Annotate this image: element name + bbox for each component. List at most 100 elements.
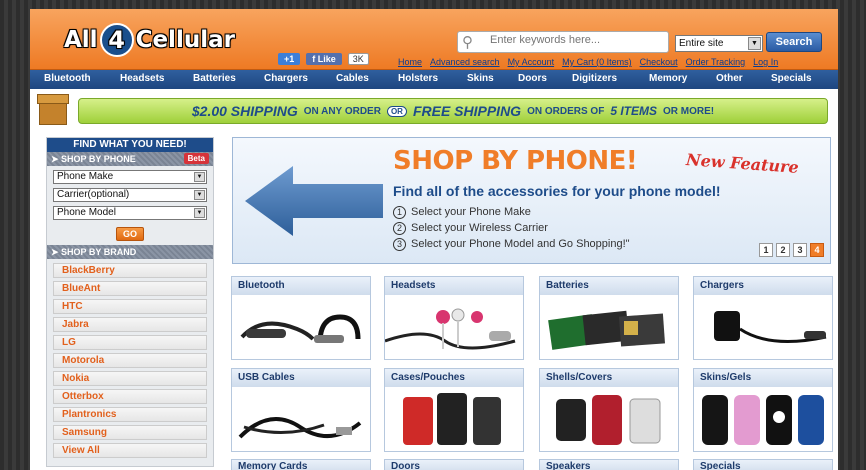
sidebar: FIND WHAT YOU NEED! ➤ SHOP BY PHONE Beta… bbox=[46, 137, 214, 467]
nav-item-holsters[interactable]: Holsters bbox=[398, 73, 438, 84]
sidebar-title: FIND WHAT YOU NEED! bbox=[47, 138, 213, 152]
battery-image bbox=[540, 295, 678, 359]
nav-item-memory[interactable]: Memory bbox=[649, 73, 687, 84]
category-tile-shells-covers[interactable]: Shells/Covers bbox=[539, 368, 679, 452]
arrow-right-icon: ➤ bbox=[51, 247, 62, 257]
page-frame: All 4 Cellular +1 f Like 3K ⚲ Entire sit… bbox=[30, 9, 838, 470]
category-tile-batteries[interactable]: Batteries bbox=[539, 276, 679, 360]
phone-make-select[interactable]: Phone Make ▼ bbox=[53, 170, 207, 184]
category-tile-speakers[interactable]: Speakers bbox=[539, 459, 679, 470]
facebook-like-button[interactable]: f Like bbox=[306, 53, 342, 65]
shop-by-brand-header: ➤ SHOP BY BRAND bbox=[47, 245, 213, 259]
category-tile-specials[interactable]: Specials bbox=[693, 459, 833, 470]
search-box: ⚲ bbox=[457, 31, 669, 53]
nav-item-other[interactable]: Other bbox=[716, 73, 743, 84]
promo-text-2: ON ANY ORDER bbox=[303, 105, 381, 117]
logo-number: 4 bbox=[99, 23, 134, 57]
site-logo[interactable]: All 4 Cellular bbox=[64, 23, 235, 57]
nav-item-specials[interactable]: Specials bbox=[771, 73, 812, 84]
brand-htc[interactable]: HTC bbox=[53, 299, 207, 314]
site-header: All 4 Cellular +1 f Like 3K ⚲ Entire sit… bbox=[30, 9, 838, 70]
link-log-in[interactable]: Log In bbox=[753, 57, 778, 67]
shop-by-phone-header: ➤ SHOP BY PHONE Beta bbox=[47, 152, 213, 166]
arrow-right-icon: ➤ bbox=[51, 154, 62, 164]
promo-text-3: FREE SHIPPING bbox=[412, 103, 522, 119]
category-title: Specials bbox=[694, 460, 832, 470]
category-title: USB Cables bbox=[232, 369, 370, 387]
brand-plantronics[interactable]: Plantronics bbox=[53, 407, 207, 422]
nav-item-digitizers[interactable]: Digitizers bbox=[572, 73, 617, 84]
brand-lg[interactable]: LG bbox=[53, 335, 207, 350]
pager-button-2[interactable]: 2 bbox=[776, 243, 790, 257]
category-title: Doors bbox=[385, 460, 523, 470]
search-scope-select[interactable]: Entire site ▼ bbox=[675, 35, 763, 52]
category-title: Shells/Covers bbox=[540, 369, 678, 387]
category-tile-headsets[interactable]: Headsets bbox=[384, 276, 524, 360]
search-button[interactable]: Search bbox=[766, 32, 822, 52]
chevron-down-icon: ▼ bbox=[194, 190, 205, 200]
banner-step-2-text: Select your Wireless Carrier bbox=[411, 222, 548, 234]
banner-subtitle: Find all of the accessories for your pho… bbox=[393, 183, 721, 199]
chevron-down-icon: ▼ bbox=[748, 37, 761, 50]
account-links: Home Advanced search My Account My Cart … bbox=[398, 57, 778, 67]
google-plus-button[interactable]: +1 bbox=[278, 53, 301, 65]
category-tile-cases-pouches[interactable]: Cases/Pouches bbox=[384, 368, 524, 452]
search-scope-value: Entire site bbox=[679, 38, 724, 49]
shipping-banner: $2.00 SHIPPING ON ANY ORDER OR FREE SHIP… bbox=[78, 98, 828, 124]
social-buttons: +1 f Like 3K bbox=[278, 53, 369, 65]
link-advanced-search[interactable]: Advanced search bbox=[430, 57, 500, 67]
category-title: Batteries bbox=[540, 277, 678, 295]
banner-step-1-text: Select your Phone Make bbox=[411, 206, 531, 218]
banner-step-3-text: Select your Phone Model and Go Shopping!… bbox=[411, 238, 630, 250]
chevron-down-icon: ▼ bbox=[194, 172, 205, 182]
phone-model-select[interactable]: Phone Model ▼ bbox=[53, 206, 207, 220]
category-tile-skins-gels[interactable]: Skins/Gels bbox=[693, 368, 833, 452]
brand-blackberry[interactable]: BlackBerry bbox=[53, 263, 207, 278]
shop-by-phone-banner[interactable]: SHOP BY PHONE! New Feature Find all of t… bbox=[232, 137, 831, 264]
nav-item-batteries[interactable]: Batteries bbox=[193, 73, 236, 84]
category-tile-memory-cards[interactable]: Memory Cards bbox=[231, 459, 371, 470]
brand-motorola[interactable]: Motorola bbox=[53, 353, 207, 368]
brand-samsung[interactable]: Samsung bbox=[53, 425, 207, 440]
brand-blueant[interactable]: BlueAnt bbox=[53, 281, 207, 296]
shop-by-phone-label: SHOP BY PHONE bbox=[61, 154, 136, 164]
brand-nokia[interactable]: Nokia bbox=[53, 371, 207, 386]
phone-model-value: Phone Model bbox=[57, 207, 116, 218]
category-tile-usb-cables[interactable]: USB Cables bbox=[231, 368, 371, 452]
brand-view-all[interactable]: View All bbox=[53, 443, 207, 458]
category-tile-bluetooth[interactable]: Bluetooth bbox=[231, 276, 371, 360]
brand-list: BlackBerry BlueAnt HTC Jabra LG Motorola… bbox=[47, 259, 213, 465]
link-home[interactable]: Home bbox=[398, 57, 422, 67]
nav-item-headsets[interactable]: Headsets bbox=[120, 73, 164, 84]
logo-text-left: All bbox=[64, 27, 98, 53]
bluetooth-headset-image bbox=[232, 295, 370, 359]
nav-item-doors[interactable]: Doors bbox=[518, 73, 547, 84]
pager-button-1[interactable]: 1 bbox=[759, 243, 773, 257]
carrier-value: Carrier(optional) bbox=[57, 189, 130, 200]
pager-button-3[interactable]: 3 bbox=[793, 243, 807, 257]
link-my-cart[interactable]: My Cart (0 Items) bbox=[562, 57, 632, 67]
shipping-promo[interactable]: $2.00 SHIPPING ON ANY ORDER OR FREE SHIP… bbox=[30, 94, 838, 126]
pager-button-4[interactable]: 4 bbox=[810, 243, 824, 257]
go-button[interactable]: GO bbox=[116, 227, 144, 241]
link-order-tracking[interactable]: Order Tracking bbox=[686, 57, 746, 67]
brand-otterbox[interactable]: Otterbox bbox=[53, 389, 207, 404]
shop-by-brand-label: SHOP BY BRAND bbox=[61, 247, 137, 257]
category-title: Cases/Pouches bbox=[385, 369, 523, 387]
nav-item-chargers[interactable]: Chargers bbox=[264, 73, 308, 84]
category-tile-doors[interactable]: Doors bbox=[384, 459, 524, 470]
link-checkout[interactable]: Checkout bbox=[640, 57, 678, 67]
nav-item-cables[interactable]: Cables bbox=[336, 73, 369, 84]
arrow-left-icon bbox=[245, 166, 383, 236]
banner-step-1: 1 Select your Phone Make bbox=[393, 206, 531, 219]
package-icon bbox=[37, 94, 69, 126]
link-my-account[interactable]: My Account bbox=[508, 57, 555, 67]
logo-text-right: Cellular bbox=[135, 27, 235, 53]
facebook-like-count: 3K bbox=[347, 53, 369, 65]
nav-item-skins[interactable]: Skins bbox=[467, 73, 494, 84]
category-tile-chargers[interactable]: Chargers bbox=[693, 276, 833, 360]
search-input[interactable] bbox=[490, 34, 660, 46]
nav-item-bluetooth[interactable]: Bluetooth bbox=[44, 73, 91, 84]
carrier-select[interactable]: Carrier(optional) ▼ bbox=[53, 188, 207, 202]
brand-jabra[interactable]: Jabra bbox=[53, 317, 207, 332]
